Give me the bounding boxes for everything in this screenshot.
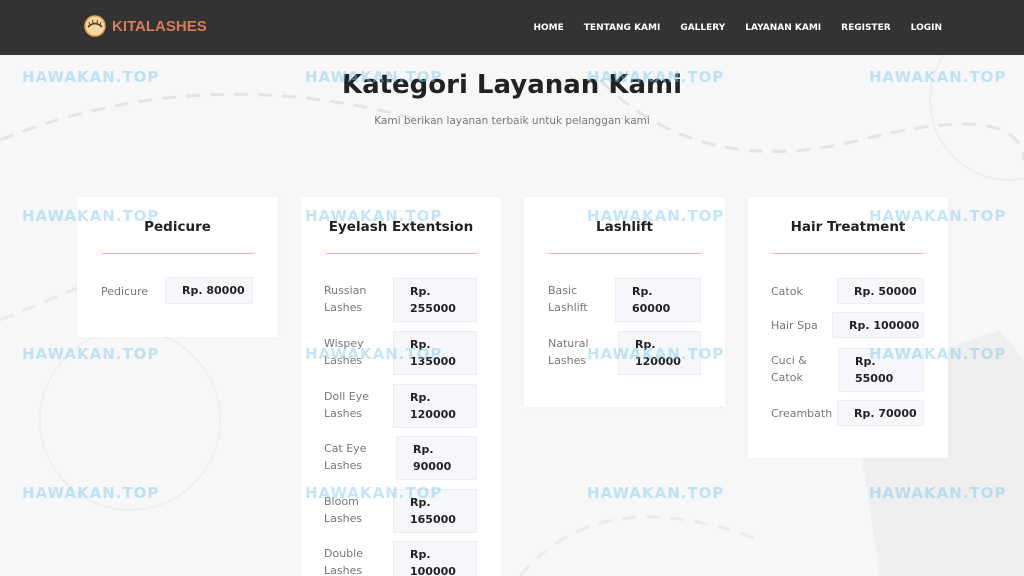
nav-menu: HOME TENTANG KAMI GALLERY LAYANAN KAMI R… bbox=[514, 0, 943, 55]
navbar: KITALASHES HOME TENTANG KAMI GALLERY LAY… bbox=[0, 0, 1024, 55]
nav-layanan-kami[interactable]: LAYANAN KAMI bbox=[745, 23, 821, 33]
category-card-pedicure: Pedicure Pedicure Rp. 80000 bbox=[77, 197, 278, 337]
service-price: Rp. 120000 bbox=[393, 384, 477, 428]
nav-tentang-kami[interactable]: TENTANG KAMI bbox=[584, 23, 661, 33]
service-price: Rp. 80000 bbox=[165, 277, 253, 304]
service-price: Rp. 100000 bbox=[393, 541, 477, 576]
service-price: Rp. 50000 bbox=[837, 278, 924, 304]
title-divider bbox=[101, 253, 254, 254]
service-name: Basic Lashlift bbox=[548, 284, 588, 314]
service-price: Rp. 70000 bbox=[837, 400, 924, 426]
service-name: Cuci & Catok bbox=[771, 354, 807, 384]
service-name: Cat Eye Lashes bbox=[324, 442, 367, 472]
category-title: Hair Treatment bbox=[790, 219, 906, 235]
title-divider bbox=[772, 253, 924, 254]
page-subtitle: Kami berikan layanan terbaik untuk pelan… bbox=[374, 115, 650, 127]
service-name: Hair Spa bbox=[771, 319, 818, 332]
brand-logo-icon bbox=[84, 15, 106, 37]
nav-register[interactable]: REGISTER bbox=[841, 23, 891, 33]
nav-gallery[interactable]: GALLERY bbox=[680, 23, 725, 33]
nav-home[interactable]: HOME bbox=[534, 23, 564, 33]
title-divider bbox=[325, 253, 477, 254]
service-name: Natural Lashes bbox=[548, 337, 589, 367]
service-price: Rp. 120000 bbox=[618, 331, 701, 375]
category-title: Lashlift bbox=[596, 219, 653, 235]
nav-login[interactable]: LOGIN bbox=[911, 23, 942, 33]
brand-name: KITALASHES bbox=[112, 17, 207, 35]
service-price: Rp. 55000 bbox=[838, 348, 924, 392]
service-name: Creambath bbox=[771, 407, 833, 420]
service-price: Rp. 100000 bbox=[832, 312, 924, 338]
service-name: Pedicure bbox=[101, 285, 149, 298]
category-title: Eyelash Extentsion bbox=[328, 219, 474, 235]
page-title: Kategori Layanan Kami bbox=[341, 70, 683, 100]
service-name: Doll Eye Lashes bbox=[324, 390, 370, 420]
category-card-lashlift: Lashlift Basic Lashlift Rp. 60000 Natural L… bbox=[524, 197, 725, 407]
service-name: Double Lashes bbox=[324, 547, 363, 576]
category-title: Pedicure bbox=[144, 219, 211, 235]
service-name: Wispey Lashes bbox=[324, 337, 364, 367]
service-price: Rp. 135000 bbox=[393, 331, 477, 375]
service-name: Catok bbox=[771, 285, 803, 298]
service-name: Bloom Lashes bbox=[324, 495, 363, 525]
service-price: Rp. 60000 bbox=[615, 278, 701, 322]
service-price: Rp. 165000 bbox=[393, 489, 477, 533]
category-card-hair-treatment: Hair Treatment Catok Rp. 50000 Hair Spa … bbox=[748, 197, 948, 458]
service-name: Russian Lashes bbox=[324, 284, 367, 314]
service-price: Rp. 90000 bbox=[396, 436, 477, 480]
brand[interactable]: KITALASHES bbox=[84, 15, 207, 37]
service-price: Rp. 255000 bbox=[393, 278, 477, 322]
category-card-eyelash-extension: Eyelash Extentsion Russian Lashes Rp. 2550… bbox=[301, 197, 501, 576]
title-divider bbox=[548, 253, 701, 254]
